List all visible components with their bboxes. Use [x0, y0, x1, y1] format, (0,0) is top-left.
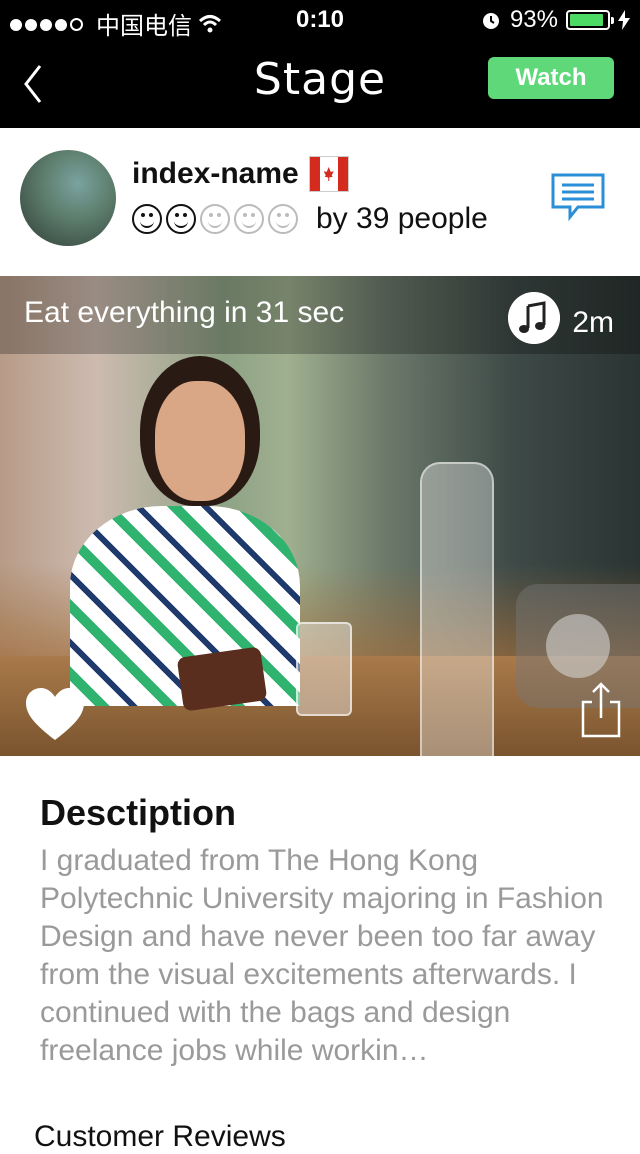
media-caption: Eat everything in 31 sec — [24, 296, 345, 329]
description-body[interactable]: I graduated from The Hong Kong Polytechn… — [40, 842, 636, 1070]
username-row: index-name — [132, 156, 349, 192]
rating: by 39 people — [132, 202, 488, 236]
stage-photo[interactable]: Eat everything in 31 sec 2m — [0, 276, 640, 756]
customer-reviews-title: Customer Reviews — [34, 1120, 286, 1153]
comment-icon[interactable] — [550, 172, 606, 222]
charging-bolt-icon — [618, 10, 630, 30]
smile-rating-icon — [166, 204, 196, 234]
profile-header: index-name by 39 people — [0, 128, 640, 274]
smile-rating-icon — [234, 204, 264, 234]
bottle — [420, 462, 494, 756]
status-right: 93% — [480, 6, 630, 34]
username[interactable]: index-name — [132, 157, 299, 191]
smile-rating-icon — [200, 204, 230, 234]
avatar[interactable] — [20, 150, 116, 246]
smile-rating-icon — [132, 204, 162, 234]
share-icon[interactable] — [580, 680, 622, 738]
status-bar: 中国电信 0:10 93% — [0, 0, 640, 40]
battery-percent: 93% — [509, 6, 558, 33]
canada-flag-icon — [308, 156, 349, 192]
wallet — [176, 646, 268, 712]
watch-button[interactable]: Watch — [488, 57, 614, 99]
heart-icon[interactable] — [24, 686, 86, 742]
smile-rating-icon — [268, 204, 298, 234]
music-note-icon[interactable] — [508, 292, 560, 344]
rating-count: by 39 people — [316, 202, 488, 235]
media-duration: 2m — [572, 306, 614, 339]
alarm-clock-icon — [482, 13, 499, 29]
battery-icon — [566, 10, 614, 30]
glass — [296, 622, 352, 716]
description-title: Desctiption — [40, 792, 237, 833]
navigation-bar: Stage Watch — [0, 40, 640, 128]
photo-subject — [60, 356, 300, 706]
